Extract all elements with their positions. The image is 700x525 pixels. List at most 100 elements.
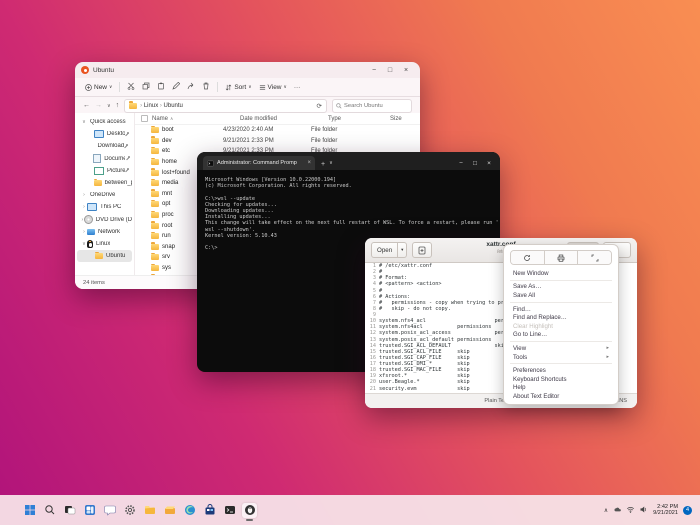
menu-item-clear-highlight: Clear Highlight bbox=[504, 322, 618, 331]
copy-icon[interactable] bbox=[142, 82, 150, 92]
submenu-arrow-icon: ▸ bbox=[606, 345, 609, 351]
taskbar-icon-search[interactable] bbox=[42, 503, 57, 518]
file-explorer-icon bbox=[144, 504, 156, 516]
taskbar-icon-store[interactable] bbox=[202, 503, 217, 518]
taskbar-icon-ubuntu[interactable] bbox=[242, 503, 257, 518]
taskbar-clock[interactable]: 2:42 PM 9/21/2021 bbox=[653, 504, 678, 517]
file-type: File folder bbox=[311, 138, 373, 144]
open-button[interactable]: Open bbox=[371, 242, 398, 258]
sidebar-item-linux[interactable]: ∨Linux bbox=[77, 238, 132, 250]
menu-item-preferences[interactable]: Preferences bbox=[504, 366, 618, 375]
sidebar-item-pictures[interactable]: Pictures bbox=[77, 165, 132, 177]
menu-item-tools[interactable]: Tools▸ bbox=[504, 353, 618, 362]
network-icon[interactable] bbox=[626, 504, 635, 517]
sidebar-item-desktop[interactable]: Desktop bbox=[77, 128, 132, 140]
up-icon[interactable]: ↑ bbox=[116, 102, 120, 109]
sidebar-item-label: Pictures bbox=[107, 168, 125, 174]
menu-item-find-and-replace-[interactable]: Find and Replace… bbox=[504, 313, 618, 322]
print-button[interactable] bbox=[544, 251, 578, 264]
sidebar-item-network[interactable]: ›Network bbox=[77, 226, 132, 238]
explorer-titlebar[interactable]: Ubuntu − □ × bbox=[75, 62, 420, 78]
menu-item-find-[interactable]: Find… bbox=[504, 305, 618, 314]
breadcrumb-item[interactable]: Ubuntu bbox=[164, 103, 183, 109]
column-headers[interactable]: Name∧ Date modified Type Size bbox=[135, 113, 420, 125]
taskbar-icon-terminal[interactable] bbox=[222, 503, 237, 518]
minimize-button[interactable]: − bbox=[454, 160, 468, 167]
taskbar-icon-file-explorer[interactable] bbox=[142, 503, 157, 518]
delete-icon[interactable] bbox=[202, 82, 210, 92]
notification-badge[interactable]: 4 bbox=[683, 506, 692, 515]
edge-icon bbox=[184, 504, 196, 516]
reload-button[interactable] bbox=[511, 251, 544, 264]
new-document-button[interactable] bbox=[412, 242, 432, 258]
tray-chevron-icon[interactable]: ∧ bbox=[604, 507, 608, 514]
share-icon[interactable] bbox=[187, 82, 195, 92]
explorer-sidebar: ∨Quick accessDesktopDownloadsDocumentsPi… bbox=[75, 113, 135, 276]
maximize-button[interactable]: □ bbox=[468, 160, 482, 167]
close-button[interactable]: × bbox=[398, 67, 414, 74]
breadcrumb[interactable]: › Linux › Ubuntu ⟳ bbox=[124, 99, 327, 113]
sidebar-item-between-pcs[interactable]: between_pcs bbox=[77, 177, 132, 189]
rename-icon[interactable] bbox=[172, 82, 180, 92]
search-input[interactable] bbox=[342, 102, 406, 110]
search-box[interactable] bbox=[332, 99, 412, 113]
taskbar-icon-chat[interactable] bbox=[102, 503, 117, 518]
paste-icon[interactable] bbox=[157, 82, 165, 92]
maximize-button[interactable]: □ bbox=[382, 67, 398, 74]
terminal-tab[interactable]: Administrator: Command Promp × bbox=[203, 156, 315, 170]
menu-item-label: Find and Replace… bbox=[513, 314, 567, 321]
breadcrumb-item[interactable]: Linux bbox=[144, 103, 158, 109]
taskbar-icon-edge[interactable] bbox=[182, 503, 197, 518]
back-icon[interactable]: ← bbox=[83, 102, 90, 109]
refresh-icon[interactable]: ⟳ bbox=[317, 102, 322, 110]
sidebar-item-quick-access[interactable]: ∨Quick access bbox=[77, 116, 132, 128]
recent-icon[interactable]: ∨ bbox=[107, 103, 111, 109]
volume-icon[interactable] bbox=[639, 504, 648, 517]
sidebar-item-ubuntu[interactable]: Ubuntu bbox=[77, 250, 132, 262]
hamburger-menu-popup: New Window Save As…Save All Find…Find and … bbox=[503, 244, 619, 405]
sidebar-item-documents[interactable]: Documents bbox=[77, 153, 132, 165]
chevron-icon[interactable]: ∨ bbox=[81, 119, 87, 125]
taskbar-icon-start[interactable] bbox=[22, 503, 37, 518]
menu-item-save-as-[interactable]: Save As… bbox=[504, 283, 618, 292]
sidebar-item-downloads[interactable]: Downloads bbox=[77, 140, 132, 152]
table-row[interactable]: dev9/21/2021 2:33 PMFile folder bbox=[135, 136, 420, 147]
tab-close-icon[interactable]: × bbox=[307, 160, 311, 166]
chevron-icon[interactable]: › bbox=[81, 192, 87, 198]
taskbar-icon-folder[interactable] bbox=[162, 503, 177, 518]
more-button[interactable]: ··· bbox=[294, 84, 301, 91]
pin-icon bbox=[124, 144, 129, 149]
taskbar-icon-task-view[interactable] bbox=[62, 503, 77, 518]
sidebar-item-onedrive[interactable]: ›OneDrive bbox=[77, 189, 132, 201]
terminal-icon bbox=[224, 504, 236, 516]
menu-item-view[interactable]: View▸ bbox=[504, 344, 618, 353]
menu-item-label: Clear Highlight bbox=[513, 323, 553, 330]
select-all-checkbox[interactable] bbox=[141, 115, 148, 122]
clock-date: 9/21/2021 bbox=[653, 510, 678, 517]
close-button[interactable]: × bbox=[482, 160, 496, 167]
sort-button[interactable]: Sort∨ bbox=[225, 84, 251, 91]
new-button[interactable]: New∨ bbox=[85, 84, 112, 91]
taskbar-icon-widgets[interactable] bbox=[82, 503, 97, 518]
sidebar-item-dvd-drive-d-cccoma-x6[interactable]: ›DVD Drive (D:) CCCOMA_X6 bbox=[77, 214, 132, 226]
menu-item-new-window[interactable]: New Window bbox=[504, 269, 618, 278]
open-dropdown-icon[interactable]: ▾ bbox=[398, 242, 407, 258]
terminal-titlebar[interactable]: Administrator: Command Promp × + ∨ − □ × bbox=[197, 152, 500, 170]
view-button[interactable]: View∨ bbox=[259, 84, 287, 91]
sidebar-item-label: Quick access bbox=[90, 119, 126, 125]
minimize-button[interactable]: − bbox=[366, 67, 382, 74]
table-row[interactable]: boot4/23/2020 2:40 AMFile folder bbox=[135, 125, 420, 136]
sidebar-item-this-pc[interactable]: ›This PC bbox=[77, 201, 132, 213]
new-tab-button[interactable]: + bbox=[321, 161, 325, 168]
tab-dropdown-icon[interactable]: ∨ bbox=[329, 160, 333, 166]
taskbar-icon-settings[interactable] bbox=[122, 503, 137, 518]
fullscreen-button[interactable] bbox=[577, 251, 611, 264]
cut-icon[interactable] bbox=[127, 82, 135, 92]
menu-item-save-all[interactable]: Save All bbox=[504, 291, 618, 300]
menu-item-keyboard-shortcuts[interactable]: Keyboard Shortcuts bbox=[504, 375, 618, 384]
menu-item-about-text-editor[interactable]: About Text Editor bbox=[504, 392, 618, 401]
menu-item-go-to-line-[interactable]: Go to Line… bbox=[504, 331, 618, 340]
onedrive-icon[interactable] bbox=[613, 504, 622, 517]
forward-icon[interactable]: → bbox=[95, 102, 102, 109]
menu-item-help[interactable]: Help bbox=[504, 384, 618, 393]
